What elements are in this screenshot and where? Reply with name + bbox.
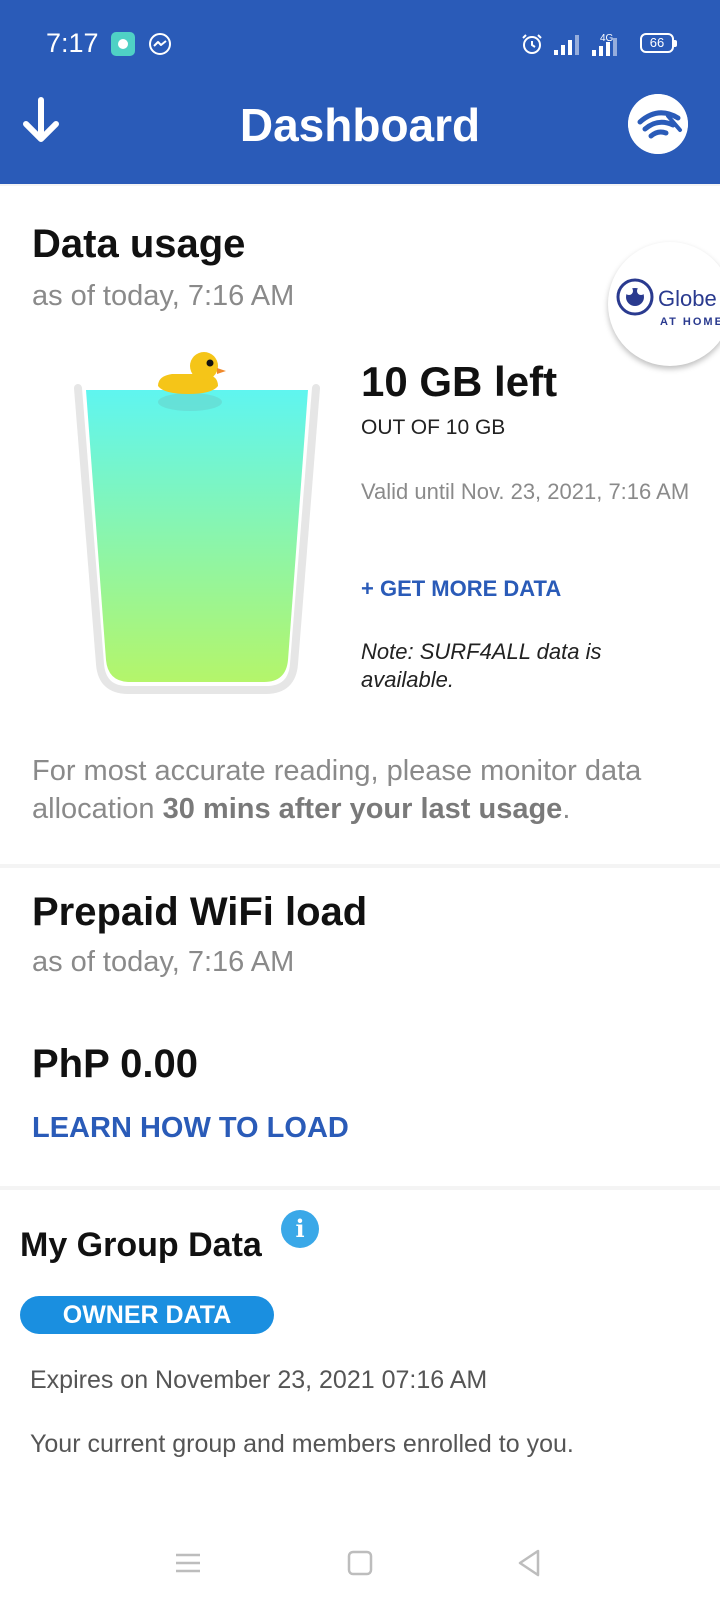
system-nav-bar [0, 1530, 720, 1600]
globe-at-home-badge: Globe AT HOME [608, 242, 720, 366]
validity-text: Valid until Nov. 23, 2021, 7:16 AM [361, 479, 690, 504]
group-members-text: Your current group and members enrolled … [30, 1430, 574, 1458]
data-glass-illustration [74, 352, 320, 694]
messenger-icon [149, 33, 171, 55]
battery-icon: 66 [640, 33, 677, 53]
prepaid-title: Prepaid WiFi load [32, 890, 368, 934]
data-left-value: 10 GB left [361, 358, 558, 405]
group-data-section: My Group Data i OWNER DATA Expires on No… [0, 1190, 720, 1530]
rubber-duck-icon [158, 352, 226, 411]
reading-tip-bold: 30 mins after your last usage [162, 793, 563, 825]
home-icon[interactable] [343, 1546, 377, 1580]
prepaid-load-card: Prepaid WiFi load as of today, 7:16 AM P… [0, 868, 720, 1186]
get-more-data-link[interactable]: + GET MORE DATA [361, 576, 561, 602]
prepaid-balance: PhP 0.00 [32, 1042, 199, 1086]
signal-icon [554, 35, 579, 55]
back-icon[interactable] [512, 1546, 546, 1580]
status-time: 7:17 [46, 28, 99, 58]
brand-sub: AT HOME [660, 316, 720, 328]
app-notification-icon [111, 32, 135, 56]
data-usage-subtitle: as of today, 7:16 AM [32, 280, 295, 312]
globe-wifi-logo-icon[interactable] [628, 94, 688, 154]
signal-4g-icon: 4G [592, 33, 617, 56]
reading-tip: For most accurate reading, please monito… [32, 752, 692, 828]
prepaid-subtitle: as of today, 7:16 AM [32, 946, 295, 978]
data-usage-title: Data usage [32, 222, 246, 266]
app-header: 7:17 4G 66 Dashboard [0, 0, 720, 184]
info-icon[interactable]: i [281, 1210, 319, 1248]
surf4all-note: Note: SURF4ALL data is available. [361, 639, 602, 692]
owner-data-tab[interactable]: OWNER DATA [20, 1296, 274, 1334]
group-expiry-text: Expires on November 23, 2021 07:16 AM [30, 1366, 488, 1394]
group-data-title: My Group Data [20, 1226, 262, 1264]
page-title: Dashboard [239, 99, 481, 151]
water-fill [86, 390, 308, 682]
globe-logo-icon [616, 278, 654, 316]
reading-tip-suffix: . [562, 793, 571, 825]
status-bar: 7:17 4G 66 [0, 0, 720, 90]
alarm-icon [522, 34, 542, 54]
data-total: OUT OF 10 GB [361, 416, 506, 439]
learn-how-to-load-link[interactable]: LEARN HOW TO LOAD [32, 1112, 349, 1145]
menu-icon[interactable] [171, 1546, 205, 1580]
brand-name: Globe [658, 286, 717, 311]
data-usage-card: Data usage as of today, 7:16 AM Globe AT… [0, 186, 720, 864]
